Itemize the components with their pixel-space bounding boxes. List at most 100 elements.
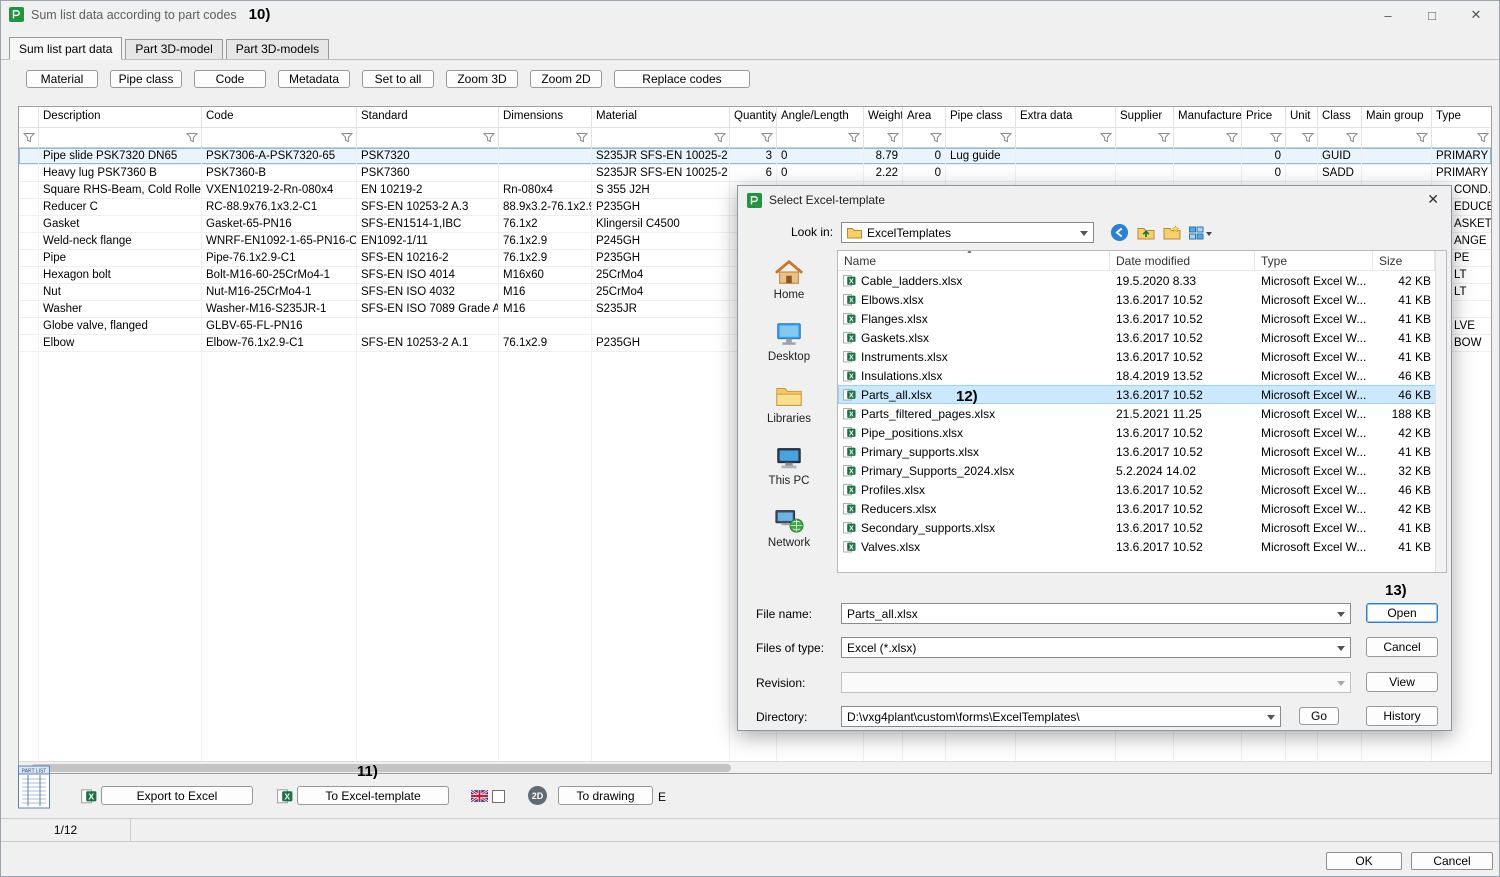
file-row[interactable]: XPrimary_supports.xlsx13.6.2017 10.52Mic… [838,442,1436,461]
column-header[interactable]: Unit [1286,107,1318,127]
revision-select[interactable] [841,672,1351,693]
filter-icon[interactable] [1270,132,1282,143]
filter-icon[interactable] [341,132,353,143]
look-in-select[interactable]: ExcelTemplates [841,222,1094,243]
column-header[interactable]: Quantity [730,107,777,127]
file-row[interactable]: XFlanges.xlsx13.6.2017 10.52Microsoft Ex… [838,309,1436,328]
column-header[interactable]: Dimensions [499,107,592,127]
file-row[interactable]: XValves.xlsx13.6.2017 10.52Microsoft Exc… [838,537,1436,556]
dialog-titlebar[interactable]: Select Excel-template ✕ [738,186,1451,214]
row-selector[interactable] [19,216,39,232]
column-header[interactable]: Extra data [1016,107,1116,127]
file-row[interactable]: XGaskets.xlsx13.6.2017 10.52Microsoft Ex… [838,328,1436,347]
zoom-3d-button[interactable]: Zoom 3D [446,70,518,88]
material-button[interactable]: Material [26,70,98,88]
filter-icon[interactable] [1346,132,1358,143]
filter-icon[interactable] [761,132,773,143]
column-header-name[interactable]: Name [838,251,1110,270]
column-header-size[interactable]: Size [1373,251,1435,270]
metadata-button[interactable]: Metadata [278,70,350,88]
filter-icon[interactable] [483,132,495,143]
column-header[interactable]: Type [1432,107,1492,127]
file-row[interactable]: XProfiles.xlsx13.6.2017 10.52Microsoft E… [838,480,1436,499]
place-home[interactable]: Home [774,258,805,301]
dialog-cancel-button[interactable]: Cancel [1366,637,1438,657]
files-of-type-select[interactable]: Excel (*.xlsx) [841,637,1351,658]
file-row[interactable]: XPrimary_Supports_2024.xlsx5.2.2024 14.0… [838,461,1436,480]
column-header[interactable]: Material [592,107,730,127]
file-row[interactable]: XInsulations.xlsx18.4.2019 13.52Microsof… [838,366,1436,385]
dialog-close-icon[interactable]: ✕ [1427,191,1439,208]
column-header[interactable]: Class [1318,107,1362,127]
row-selector[interactable] [19,284,39,300]
row-selector[interactable] [19,199,39,215]
column-header[interactable]: Main group [1362,107,1432,127]
filter-icon[interactable] [714,132,726,143]
file-row[interactable]: XSecondary_supports.xlsx13.6.2017 10.52M… [838,518,1436,537]
column-header-type[interactable]: Type [1255,251,1373,270]
column-header[interactable]: Manufacturer [1174,107,1242,127]
tab-part-3d-models[interactable]: Part 3D-models [226,39,329,59]
row-selector[interactable] [19,267,39,283]
vertical-scrollbar[interactable] [1435,251,1446,572]
horizontal-scrollbar[interactable] [19,761,1491,773]
to-excel-template-button[interactable]: To Excel-template [297,786,449,805]
code-button[interactable]: Code [194,70,266,88]
file-row[interactable]: XParts_filtered_pages.xlsx21.5.2021 11.2… [838,404,1436,423]
set-to-all-button[interactable]: Set to all [362,70,434,88]
new-folder-icon[interactable] [1163,225,1181,240]
go-button[interactable]: Go [1299,707,1339,725]
filter-icon[interactable] [1158,132,1170,143]
file-row[interactable]: XReducers.xlsx13.6.2017 10.52Microsoft E… [838,499,1436,518]
zoom-2d-button[interactable]: Zoom 2D [530,70,602,88]
filter-icon[interactable] [1100,132,1112,143]
file-row[interactable]: XPipe_positions.xlsx13.6.2017 10.52Micro… [838,423,1436,442]
tab-part-3d-model[interactable]: Part 3D-model [125,39,222,59]
scrollbar-thumb[interactable] [31,764,731,772]
cancel-button[interactable]: Cancel [1411,852,1493,870]
replace-codes-button[interactable]: Replace codes [614,70,750,88]
language-checkbox[interactable] [492,790,505,803]
place-network[interactable]: Network [768,506,810,549]
filter-icon[interactable] [23,132,35,143]
history-button[interactable]: History [1366,706,1438,726]
file-row[interactable]: XInstruments.xlsx13.6.2017 10.52Microsof… [838,347,1436,366]
open-button[interactable]: Open [1366,603,1438,623]
filter-icon[interactable] [1000,132,1012,143]
row-selector[interactable] [19,165,39,181]
maximize-button[interactable]: □ [1410,2,1454,28]
filter-icon[interactable] [186,132,198,143]
column-header[interactable]: Standard [357,107,499,127]
filter-icon[interactable] [930,132,942,143]
ok-button[interactable]: OK [1326,852,1402,870]
file-name-input[interactable]: Parts_all.xlsx [841,603,1351,624]
row-selector[interactable] [19,148,39,164]
view-button[interactable]: View [1366,672,1438,692]
column-header[interactable]: Angle/Length [777,107,864,127]
filter-icon[interactable] [887,132,899,143]
column-header[interactable]: Pipe class [946,107,1016,127]
close-button[interactable]: ✕ [1454,2,1498,28]
pipe-class-button[interactable]: Pipe class [110,70,182,88]
view-menu-icon[interactable] [1189,226,1212,240]
export-to-excel-button[interactable]: Export to Excel [101,786,253,805]
row-selector[interactable] [19,250,39,266]
file-row[interactable]: XParts_all.xlsx13.6.2017 10.52Microsoft … [838,385,1436,404]
column-header[interactable]: Area [903,107,946,127]
table-row[interactable]: Pipe slide PSK7320 DN65PSK7306-A-PSK7320… [19,148,1491,165]
column-header[interactable]: Price [1242,107,1286,127]
column-header[interactable]: Weight [864,107,903,127]
tab-sum-list-part-data[interactable]: Sum list part data [9,37,122,60]
row-selector[interactable] [19,233,39,249]
directory-input[interactable]: D:\vxg4plant\custom\forms\ExcelTemplates… [841,706,1281,727]
up-folder-icon[interactable] [1137,225,1155,240]
row-selector[interactable] [19,301,39,317]
file-row[interactable]: XCable_ladders.xlsx19.5.2020 8.33Microso… [838,271,1436,290]
place-this-pc[interactable]: This PC [769,444,810,487]
filter-icon[interactable] [576,132,588,143]
column-header[interactable]: Supplier [1116,107,1174,127]
filter-icon[interactable] [848,132,860,143]
filter-icon[interactable] [1477,132,1489,143]
column-header[interactable]: Code [202,107,357,127]
back-icon[interactable] [1110,223,1129,242]
